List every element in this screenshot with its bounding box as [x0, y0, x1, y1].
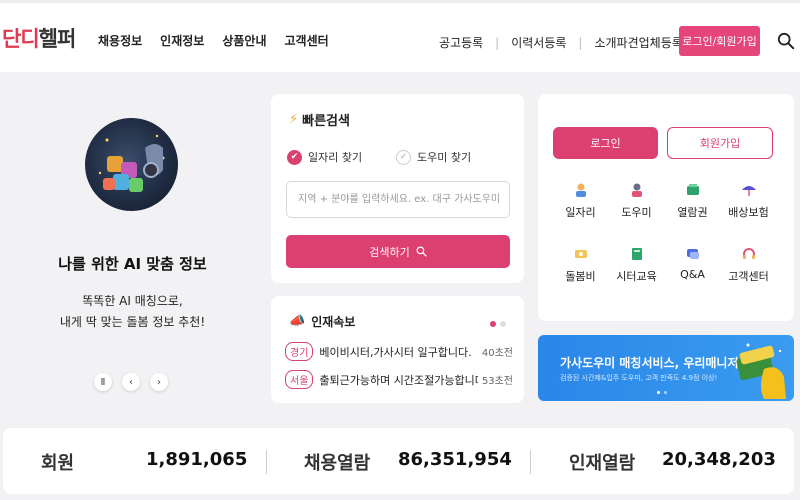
news-item-time: 40초전 [481, 348, 513, 359]
login-signup-button[interactable]: 로그인/회원가입 [679, 26, 760, 56]
menu-insurance[interactable]: 배상보험 [721, 182, 776, 220]
logo-text-1: 단디 [2, 27, 40, 51]
utility-nav: 공고등록 | 이력서등록 | 소개파견업체등록 [439, 34, 683, 51]
promo-subtitle: 똑똑한 AI 매칭으로, 내게 딱 맞는 돌봄 정보 추천! [0, 291, 265, 333]
news-item[interactable]: 경기 베이비시터,가사시터 일구합니다. 40초전 [285, 342, 513, 361]
menu-ticket[interactable]: 열람권 [665, 182, 720, 220]
banner-page-dot[interactable] [664, 391, 667, 394]
lightning-icon: ⚡ [289, 112, 299, 127]
news-item[interactable]: 서울 출퇴근가능하며 시간조절가능합니다. 53초전 [285, 370, 513, 389]
radio-find-helper-label: 도우미 찾기 [417, 151, 472, 164]
promo-title: 나를 위한 AI 맞춤 정보 [58, 255, 207, 273]
region-tag: 경기 [285, 342, 314, 361]
nav-post-job[interactable]: 공고등록 [439, 34, 483, 51]
qa-icon [686, 249, 699, 259]
search-icon [416, 246, 427, 257]
menu-education-label: 시터교육 [616, 270, 657, 283]
menu-insurance-label: 배상보험 [728, 206, 769, 219]
quick-search-card: ⚡ 빠른검색 ✔ 일자리 찾기 ✔ 도우미 찾기 검색하기 [271, 94, 524, 283]
logo-text-2: 헬퍼 [38, 27, 77, 51]
menu-support[interactable]: 고객센터 [721, 246, 776, 284]
menu-helper-label: 도우미 [621, 206, 652, 219]
search-button[interactable]: 검색하기 [286, 235, 510, 268]
care-fee-icon [574, 250, 587, 258]
radio-find-job-label: 일자리 찾기 [308, 151, 363, 164]
news-item-text: 베이비시터,가사시터 일구합니다. [319, 345, 472, 359]
news-item-time: 53초전 [481, 376, 513, 387]
check-icon: ✔ [396, 149, 411, 165]
headset-icon [742, 248, 755, 259]
chevron-right-icon[interactable]: › [150, 373, 168, 391]
menu-education[interactable]: 시터교육 [609, 246, 664, 284]
login-button[interactable]: 로그인 [553, 127, 658, 159]
stat-divider [530, 450, 531, 474]
stats-bar: 회원 1,891,065 채용열람 86,351,954 인재열람 20,348… [3, 428, 794, 494]
umbrella-icon [741, 186, 756, 196]
account-card: 로그인 회원가입 일자리 도우미 열람권 배상보험 돌봄비 시터교육 Q&A 고… [538, 94, 794, 321]
menu-job[interactable]: 일자리 [553, 182, 608, 220]
news-page-dot[interactable] [500, 321, 506, 327]
site-logo[interactable]: 단디헬퍼 [2, 23, 77, 53]
chevron-left-icon[interactable]: ‹ [122, 373, 140, 391]
main-nav: 채용정보 인재정보 상품안내 고객센터 [98, 32, 329, 49]
ticket-icon [686, 184, 699, 195]
banner-subtitle: 검증된 시간제&입주 도우미, 고객 만족도 4.9점 이상! [560, 374, 718, 382]
news-page-dot[interactable] [490, 321, 496, 327]
helper-icon [631, 183, 642, 197]
nav-item-talent[interactable]: 인재정보 [160, 32, 204, 49]
news-item-text: 출퇴근가능하며 시간조절가능합니다. [319, 373, 478, 387]
talent-news-title-text: 인재속보 [311, 315, 356, 329]
manager-service-banner[interactable]: 가사도우미 매칭서비스, 우리매니저 검증된 시간제&입주 도우미, 고객 만족… [538, 335, 794, 401]
menu-helper[interactable]: 도우미 [609, 182, 664, 220]
nav-item-support[interactable]: 고객센터 [285, 32, 329, 49]
search-button-label: 검색하기 [369, 245, 410, 259]
stat-divider [266, 450, 267, 474]
stat-label-members: 회원 [41, 453, 75, 474]
nav-agency-register[interactable]: 소개파견업체등록 [594, 34, 682, 51]
menu-qa[interactable]: Q&A [665, 246, 720, 281]
nav-separator: | [578, 35, 583, 50]
menu-qa-label: Q&A [680, 268, 705, 281]
region-tag: 서울 [285, 370, 314, 389]
radio-find-helper[interactable]: ✔ 도우미 찾기 [396, 149, 471, 165]
promo-subtitle-line-1: 똑똑한 AI 매칭으로, [82, 294, 183, 308]
cleaning-glove-icon [736, 343, 786, 399]
stat-value-talent-views: 20,348,203 [662, 449, 776, 470]
stat-value-job-views: 86,351,954 [398, 449, 512, 470]
stat-label-talent-views: 인재열람 [569, 453, 636, 474]
top-header: 단디헬퍼 채용정보 인재정보 상품안내 고객센터 공고등록 | 이력서등록 | … [0, 0, 800, 72]
nav-post-resume[interactable]: 이력서등록 [511, 34, 566, 51]
talent-news-title: 📣 인재속보 [289, 313, 355, 330]
banner-pagination [657, 391, 667, 394]
puzzle-robot-icon [98, 134, 165, 192]
ai-promo-image [85, 118, 178, 211]
signup-button[interactable]: 회원가입 [667, 127, 773, 159]
quick-search-title-text: 빠른검색 [302, 114, 350, 129]
megaphone-icon: 📣 [289, 314, 306, 329]
stat-label-job-views: 채용열람 [304, 453, 371, 474]
menu-support-label: 고객센터 [728, 270, 769, 283]
banner-page-dot[interactable] [657, 391, 660, 394]
promo-subtitle-line-2: 내게 딱 맞는 돌봄 정보 추천! [59, 315, 206, 329]
menu-care-fee-label: 돌봄비 [565, 270, 596, 283]
check-icon: ✔ [287, 149, 302, 165]
stat-value-members: 1,891,065 [146, 449, 248, 470]
menu-job-label: 일자리 [565, 206, 596, 219]
job-icon [575, 183, 586, 197]
menu-care-fee[interactable]: 돌봄비 [553, 246, 608, 284]
menu-ticket-label: 열람권 [677, 206, 708, 219]
banner-title: 가사도우미 매칭서비스, 우리매니저 [560, 356, 739, 370]
book-icon [631, 248, 642, 260]
news-pagination [490, 321, 506, 327]
radio-find-job[interactable]: ✔ 일자리 찾기 [287, 149, 362, 165]
quick-search-title: ⚡ 빠른검색 [289, 110, 350, 129]
nav-item-products[interactable]: 상품안내 [222, 32, 266, 49]
nav-item-jobs[interactable]: 채용정보 [98, 32, 142, 49]
pause-icon[interactable]: Ⅱ [94, 373, 112, 391]
search-icon[interactable] [777, 32, 795, 50]
search-input[interactable] [286, 181, 510, 218]
nav-separator: | [495, 35, 500, 50]
talent-news-card: 📣 인재속보 경기 베이비시터,가사시터 일구합니다. 40초전 서울 출퇴근가… [271, 296, 524, 403]
